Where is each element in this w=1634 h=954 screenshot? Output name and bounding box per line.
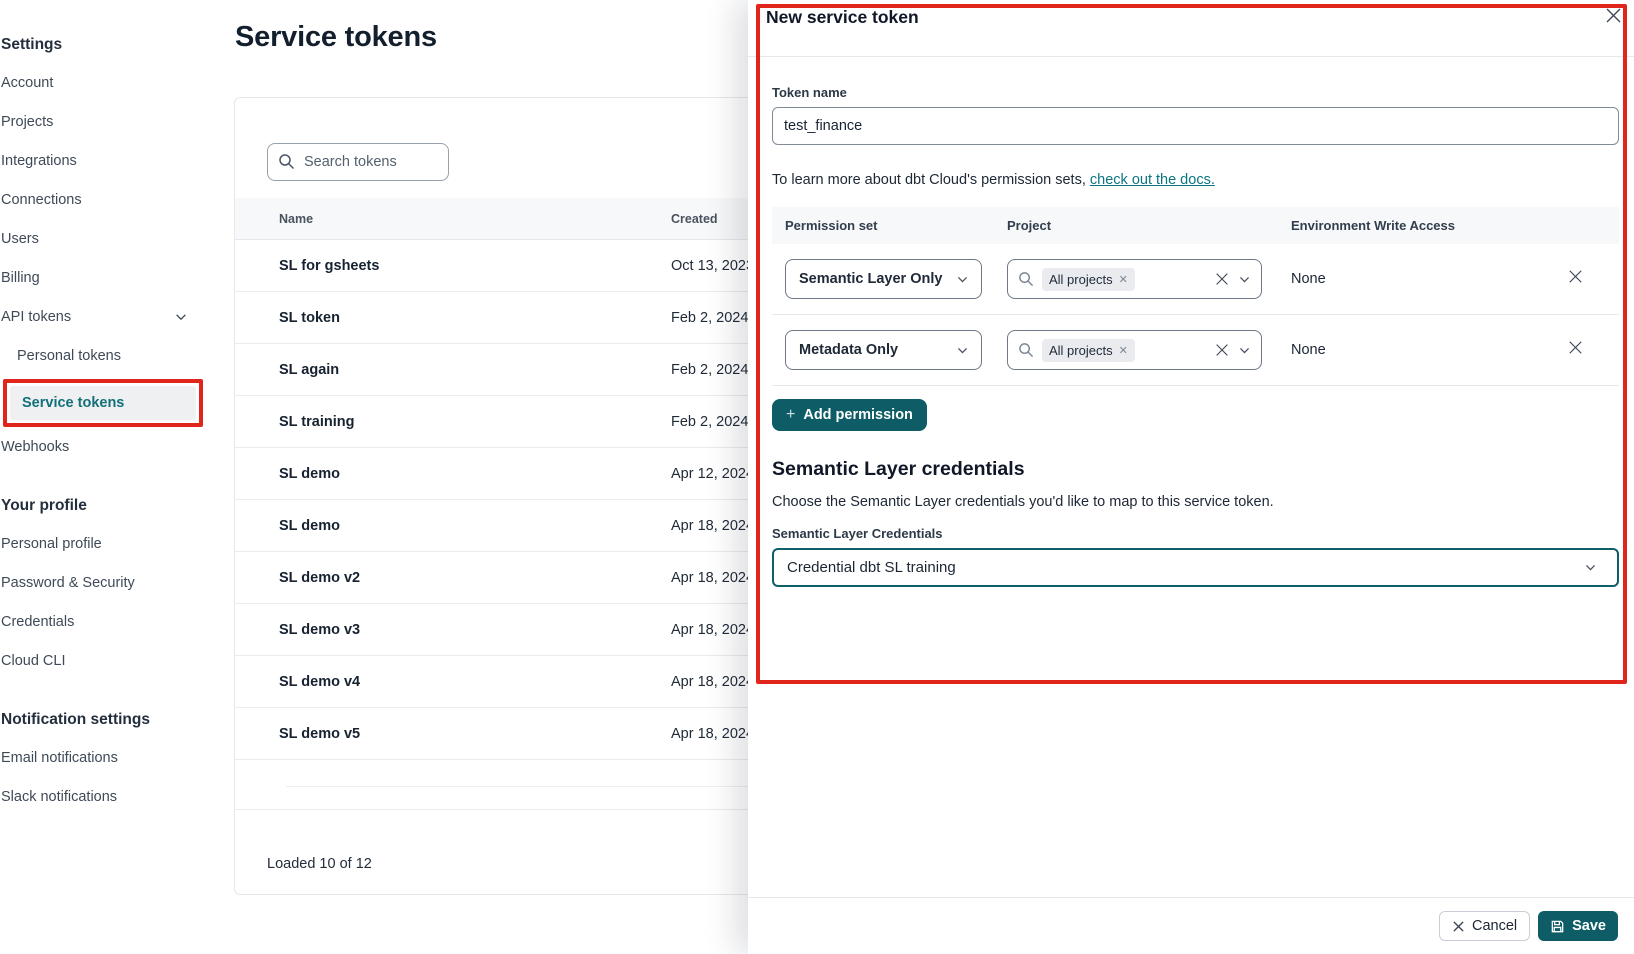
permissions-header: Permission set Project Environment Write…: [772, 207, 1619, 244]
sidebar-item-integrations[interactable]: Integrations: [1, 153, 221, 169]
sidebar-item-connections[interactable]: Connections: [1, 192, 221, 208]
docs-link[interactable]: check out the docs.: [1090, 172, 1215, 188]
permission-set-value: Metadata Only: [799, 342, 898, 358]
semantic-layer-credentials-select[interactable]: Credential dbt SL training: [772, 548, 1619, 587]
project-chip: All projects ✕: [1042, 268, 1135, 291]
sidebar-spacer: [1, 692, 221, 711]
save-label: Save: [1572, 918, 1606, 934]
credentials-selected-value: Credential dbt SL training: [787, 559, 956, 576]
drawer-title: New service token: [766, 7, 919, 27]
project-chip-label: All projects: [1049, 343, 1113, 358]
chevron-down-icon: [956, 273, 969, 286]
permissions-table: Permission set Project Environment Write…: [772, 207, 1619, 386]
remove-permission-icon[interactable]: [1568, 269, 1583, 289]
settings-sidebar: Settings Account Projects Integrations C…: [0, 0, 221, 954]
close-icon: [1452, 920, 1465, 933]
token-name-input[interactable]: [772, 107, 1619, 145]
search-icon: [1018, 271, 1034, 287]
clear-selection-icon[interactable]: [1215, 272, 1229, 286]
column-environment-write-access: Environment Write Access: [1291, 218, 1536, 233]
save-disk-icon: [1550, 919, 1565, 934]
token-name-cell: SL demo v2: [279, 570, 671, 586]
sidebar-heading-notification-settings: Notification settings: [1, 711, 221, 729]
token-name-cell: SL again: [279, 362, 671, 378]
chevron-down-icon: [1238, 273, 1251, 286]
sidebar-item-password-security[interactable]: Password & Security: [1, 575, 221, 591]
permission-set-select[interactable]: Metadata Only: [785, 330, 982, 370]
token-name-cell: SL demo v4: [279, 674, 671, 690]
token-name-cell: SL training: [279, 414, 671, 430]
sidebar-item-api-tokens[interactable]: API tokens: [1, 309, 221, 325]
permission-set-select[interactable]: Semantic Layer Only: [785, 259, 982, 299]
drawer-header: New service token: [748, 0, 1634, 57]
permission-row: Semantic Layer Only All projects ✕ None: [772, 244, 1619, 315]
chip-remove-icon[interactable]: ✕: [1119, 344, 1128, 357]
clear-selection-icon[interactable]: [1215, 343, 1229, 357]
project-multiselect[interactable]: All projects ✕: [1007, 330, 1262, 370]
sidebar-item-account[interactable]: Account: [1, 75, 221, 91]
search-icon: [1018, 342, 1034, 358]
docs-text: To learn more about dbt Cloud's permissi…: [772, 172, 1614, 188]
token-name-cell: SL demo: [279, 466, 671, 482]
project-chip-label: All projects: [1049, 272, 1113, 287]
docs-text-prefix: To learn more about dbt Cloud's permissi…: [772, 172, 1090, 188]
chevron-down-icon: [956, 344, 969, 357]
token-name-cell: SL demo v3: [279, 622, 671, 638]
search-icon: [278, 153, 295, 170]
chevron-down-icon: [1238, 344, 1251, 357]
sidebar-heading-settings: Settings: [1, 36, 221, 54]
sidebar-item-users[interactable]: Users: [1, 231, 221, 247]
sidebar-item-billing[interactable]: Billing: [1, 270, 221, 286]
sidebar-item-service-tokens[interactable]: Service tokens: [10, 386, 196, 420]
token-name-cell: SL token: [279, 310, 671, 326]
search-tokens-field: [267, 143, 449, 181]
sidebar-heading-your-profile: Your profile: [1, 497, 221, 515]
semantic-layer-credentials-heading: Semantic Layer credentials: [772, 458, 1614, 481]
drawer-footer: Cancel Save: [748, 897, 1634, 954]
sidebar-item-cloud-cli[interactable]: Cloud CLI: [1, 653, 221, 669]
permission-row: Metadata Only All projects ✕ None: [772, 315, 1619, 386]
sidebar-item-webhooks[interactable]: Webhooks: [1, 439, 221, 455]
sidebar-item-credentials[interactable]: Credentials: [1, 614, 221, 630]
sidebar-item-email-notifications[interactable]: Email notifications: [1, 750, 221, 766]
write-access-value: None: [1291, 271, 1536, 287]
annotation-box-service-tokens: Service tokens: [3, 379, 203, 427]
chip-remove-icon[interactable]: ✕: [1119, 273, 1128, 286]
column-header-name: Name: [279, 212, 671, 226]
project-chip: All projects ✕: [1042, 339, 1135, 362]
project-multiselect[interactable]: All projects ✕: [1007, 259, 1262, 299]
chevron-down-icon: [1584, 561, 1597, 574]
column-permission-set: Permission set: [785, 218, 1007, 233]
drawer-body: Token name To learn more about dbt Cloud…: [748, 85, 1634, 587]
save-button[interactable]: Save: [1538, 911, 1618, 941]
token-name-cell: SL demo: [279, 518, 671, 534]
cancel-button[interactable]: Cancel: [1439, 911, 1530, 941]
write-access-value: None: [1291, 342, 1536, 358]
sidebar-item-slack-notifications[interactable]: Slack notifications: [1, 789, 221, 805]
cancel-label: Cancel: [1472, 918, 1517, 934]
semantic-layer-credentials-description: Choose the Semantic Layer credentials yo…: [772, 494, 1614, 510]
permission-set-value: Semantic Layer Only: [799, 271, 942, 287]
token-name-cell: SL for gsheets: [279, 258, 671, 274]
add-permission-label: Add permission: [803, 407, 913, 423]
add-permission-button[interactable]: + Add permission: [772, 399, 927, 431]
remove-permission-icon[interactable]: [1568, 340, 1583, 360]
plus-icon: +: [786, 407, 795, 423]
sidebar-item-projects[interactable]: Projects: [1, 114, 221, 130]
column-project: Project: [1007, 218, 1291, 233]
token-name-label: Token name: [772, 85, 1614, 100]
sidebar-item-label: API tokens: [1, 309, 71, 325]
chevron-down-icon: [174, 310, 188, 324]
close-icon[interactable]: [1605, 7, 1622, 29]
sidebar-spacer: [1, 478, 221, 497]
semantic-layer-credentials-label: Semantic Layer Credentials: [772, 526, 1614, 541]
token-name-cell: SL demo v5: [279, 726, 671, 742]
sidebar-item-personal-profile[interactable]: Personal profile: [1, 536, 221, 552]
sidebar-item-personal-tokens[interactable]: Personal tokens: [1, 348, 221, 364]
new-service-token-drawer: New service token Token name To learn mo…: [748, 0, 1634, 954]
